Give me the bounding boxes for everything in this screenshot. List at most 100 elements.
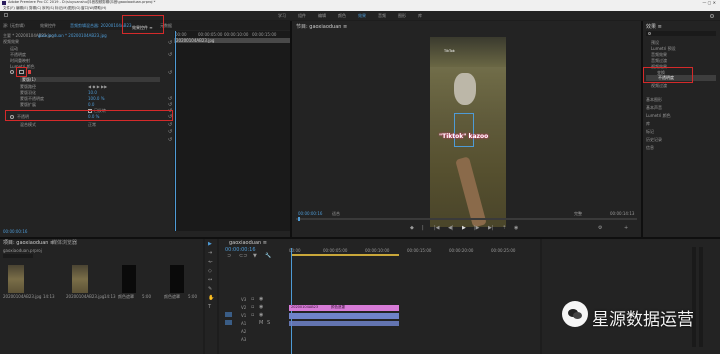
track-a1[interactable]: A1 (241, 321, 246, 326)
tab-effect-controls-short[interactable]: 效果控件 (40, 23, 56, 28)
play-icon[interactable]: ▶ (462, 226, 466, 231)
ripple-edit-tool-icon[interactable]: ⟛ (208, 260, 213, 265)
pen-tool-icon[interactable]: ✎ (208, 287, 212, 292)
hand-tool-icon[interactable]: ✋ (208, 296, 214, 301)
workspace-effects[interactable]: 效果 (358, 13, 366, 18)
timeline-clip[interactable]: 颜色遮罩 (329, 305, 399, 311)
marker-icon[interactable]: ▼ (253, 254, 257, 259)
reset-icon[interactable]: ↺ (168, 130, 172, 135)
lock-icon[interactable]: ▫ (251, 297, 254, 302)
project-search-field[interactable] (3, 254, 33, 258)
work-area-bar[interactable] (291, 254, 399, 256)
settings-icon[interactable]: ⚙ (598, 226, 602, 231)
effects-list2-6[interactable]: 信息 (646, 145, 654, 150)
effects-list2-1[interactable]: 基本声音 (646, 105, 662, 110)
fx-time-remap[interactable]: 时间重映射 (10, 58, 30, 63)
reset-icon[interactable]: ↺ (168, 53, 172, 58)
program-title[interactable]: 节目: gaoxiaoduan ≡ (296, 24, 347, 30)
eye-icon[interactable]: ◉ (259, 297, 263, 302)
effects-folder-lumetri[interactable]: Lumetri 预设 (651, 46, 676, 51)
go-to-in-icon[interactable]: |◀ (434, 226, 440, 231)
reset-icon[interactable]: ↺ (168, 41, 172, 46)
workspace-color[interactable]: 颜色 (338, 13, 346, 18)
timeline-ruler[interactable]: 00:00 00:00:05:00 00:00:10:00 00:00:15:0… (289, 248, 540, 258)
ec-playhead[interactable] (175, 31, 176, 231)
effects-folder-video-trans[interactable]: 视频过渡 (651, 83, 667, 88)
effects-list2-3[interactable]: 库 (646, 121, 650, 126)
export-frame-icon[interactable]: ◉ (514, 226, 518, 231)
effects-list2-5[interactable]: 历史记录 (646, 137, 662, 142)
lock-icon[interactable]: ▫ (251, 313, 254, 318)
fx-opacity[interactable]: 不透明度 (10, 52, 26, 57)
blend-mode-value[interactable]: 正常 (88, 122, 96, 127)
workspace-audio[interactable]: 音频 (378, 13, 386, 18)
linked-selection-icon[interactable]: ⊂⊃ (239, 254, 247, 259)
lock-icon[interactable]: ▫ (251, 305, 254, 310)
track-v3[interactable]: V3 (241, 297, 246, 302)
project-tab[interactable]: 项目: gaoxiaoduan ≡ (3, 240, 54, 246)
effects-folder-presets[interactable]: 预设 (651, 40, 659, 45)
track-a1-target[interactable] (225, 320, 232, 325)
effects-search-field[interactable] (646, 31, 716, 36)
workspace-libraries[interactable]: 库 (418, 13, 422, 18)
type-tool-icon[interactable]: T (208, 305, 211, 310)
track-v2[interactable]: V2 (241, 305, 246, 310)
ec-timecode[interactable]: 00:00:00:16 (3, 229, 27, 234)
mute-icon[interactable]: M (259, 321, 263, 326)
track-select-tool-icon[interactable]: ⇥ (208, 251, 212, 256)
wrench-icon[interactable]: 🔧 (265, 254, 271, 259)
slip-tool-icon[interactable]: ↔ (208, 278, 212, 283)
effects-panel-title[interactable]: 效果 ≡ (646, 24, 662, 30)
program-playhead[interactable] (298, 217, 300, 221)
mask-opacity-value[interactable]: 100.0 % (88, 96, 105, 101)
add-button-icon[interactable]: + (624, 226, 628, 231)
timeline-title[interactable]: gaoxiaoduan ≡ (229, 240, 267, 246)
lift-icon[interactable]: ⇡ (502, 226, 506, 231)
mask-path-controls[interactable]: ◀ ◆ ▶ ▶▶ (88, 84, 107, 89)
effects-list2-4[interactable]: 标记 (646, 129, 654, 134)
home-icon[interactable] (4, 13, 8, 17)
program-scrubber[interactable] (296, 218, 637, 220)
effects-folder-audio[interactable]: 音频效果 (651, 52, 667, 57)
mask-row[interactable]: 蒙版(1) (20, 77, 160, 82)
ec-clip-bar[interactable]: 20200104AB23.jpg (174, 38, 290, 43)
workspace-assembly[interactable]: 组件 (298, 13, 306, 18)
media-thumbnail[interactable] (8, 265, 24, 293)
solo-icon[interactable]: S (267, 321, 270, 326)
selection-tool-icon[interactable]: ▶ (208, 242, 212, 247)
tab-source[interactable]: 源: (无剪辑) (3, 23, 25, 28)
program-timecode-left[interactable]: 00:00:00:16 (298, 211, 322, 216)
window-controls[interactable]: — ▢ ✕ (702, 0, 716, 5)
media-thumbnail[interactable] (170, 265, 184, 293)
pen-mask-icon[interactable] (28, 70, 31, 74)
mask-outline[interactable] (454, 113, 474, 147)
program-quality[interactable]: 完整 (574, 211, 582, 216)
video-frame[interactable]: TikTok "Tiktok" kazoo (430, 37, 506, 227)
track-a3[interactable]: A3 (241, 337, 246, 342)
go-to-out-icon[interactable]: ▶| (488, 226, 494, 231)
mark-out-icon[interactable]: | (422, 226, 424, 231)
fx-motion[interactable]: 运动 (10, 46, 18, 51)
reset-icon[interactable]: ↺ (168, 71, 172, 76)
workspace-learn[interactable]: 学习 (278, 13, 286, 18)
media-thumbnail[interactable] (72, 265, 88, 293)
ec-sequence-label[interactable]: gaoxiaoduan * 20200104AB23.jpg (38, 33, 107, 38)
timeline-playhead[interactable] (291, 248, 292, 354)
mark-in-icon[interactable]: ◆ (410, 226, 414, 231)
media-browser-tab[interactable]: 媒体浏览器 (52, 240, 77, 246)
reset-icon[interactable]: ↺ (168, 138, 172, 143)
track-v1[interactable]: V1 (241, 313, 246, 318)
reset-icon[interactable]: ↺ (168, 123, 172, 128)
step-back-icon[interactable]: ◀| (448, 226, 454, 231)
timeline-clip[interactable] (289, 321, 399, 326)
snap-icon[interactable]: ⊃ (227, 254, 231, 259)
mask-expansion-value[interactable]: 0.0 (88, 102, 94, 107)
timeline-clip[interactable] (289, 313, 399, 319)
workspace-editing[interactable]: 编辑 (318, 13, 326, 18)
ellipse-mask-icon[interactable] (10, 70, 14, 74)
razor-tool-icon[interactable]: ◇ (208, 269, 212, 274)
workspace-graphics[interactable]: 图形 (398, 13, 406, 18)
mask-feather-value[interactable]: 10.0 (88, 90, 97, 95)
effects-list2-0[interactable]: 基本图形 (646, 97, 662, 102)
eye-icon[interactable]: ◉ (259, 305, 263, 310)
